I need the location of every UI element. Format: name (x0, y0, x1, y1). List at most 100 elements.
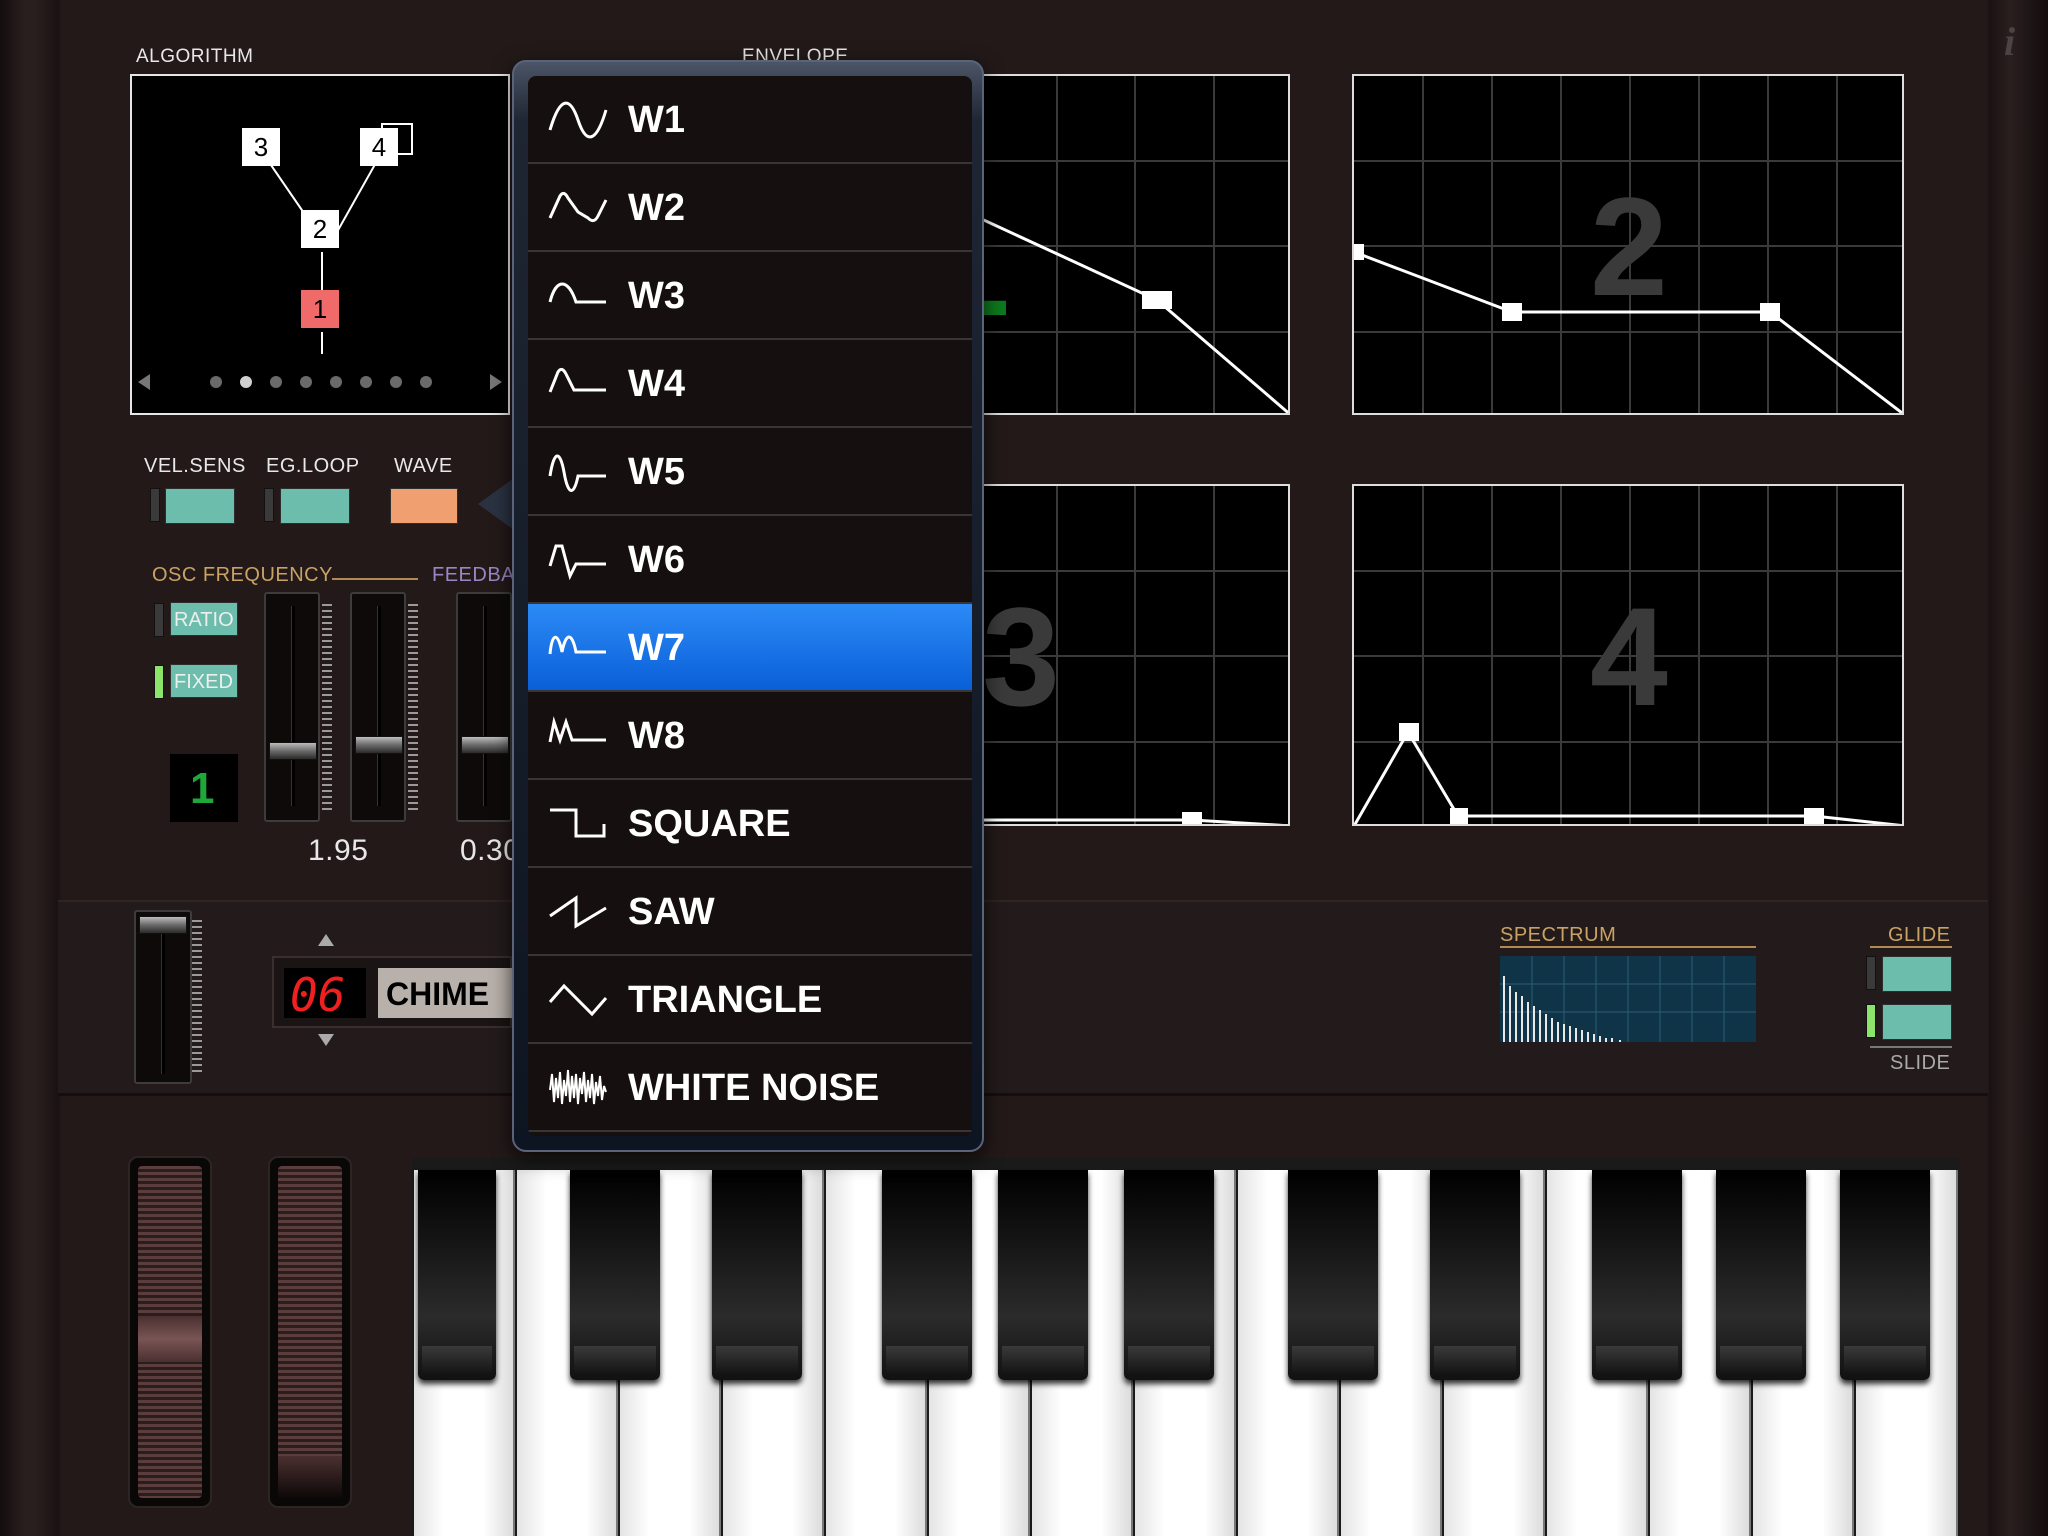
glide-label: GLIDE (1888, 924, 1951, 946)
wave-option-label: SAW (628, 891, 715, 933)
wave-list[interactable]: W1 W2 W3 W4 W5 W6 W7 W8 SQUARE SAW TRIAN… (528, 76, 972, 1136)
feedback-label: FEEDBA (432, 564, 516, 586)
wave-option-label: W6 (628, 539, 685, 581)
osc-frequency-label: OSC FREQUENCY (152, 564, 333, 586)
saw-icon (549, 895, 607, 929)
double-hump-icon (548, 716, 606, 745)
wave-option-white-noise[interactable]: WHITE NOISE (528, 1044, 972, 1132)
spectrum-display (1500, 956, 1756, 1042)
popover-arrow (478, 478, 514, 530)
page-dot (210, 376, 222, 388)
wave-button[interactable] (390, 488, 458, 524)
black-key[interactable] (418, 1170, 496, 1380)
pitch-bend-wheel[interactable] (128, 1156, 212, 1508)
black-key[interactable] (1124, 1170, 1214, 1380)
wave-option-w6[interactable]: W6 (528, 516, 972, 604)
operator-3[interactable]: 3 (242, 128, 280, 166)
operator-4[interactable]: 4 (360, 128, 398, 166)
black-key[interactable] (1288, 1170, 1378, 1380)
envelope-2[interactable]: 2 (1352, 74, 1904, 415)
operator-number-display: 1 (170, 754, 238, 822)
osc-fine-slider[interactable] (350, 592, 406, 822)
wave-option-w8[interactable]: W8 (528, 692, 972, 780)
black-key[interactable] (882, 1170, 972, 1380)
wave-option-label: W8 (628, 715, 685, 757)
piano-keyboard[interactable] (412, 1158, 1960, 1536)
slider-ticks (192, 920, 202, 1072)
slider-knob[interactable] (139, 916, 187, 934)
black-key[interactable] (1592, 1170, 1682, 1380)
vel-sens-toggle[interactable] (165, 488, 235, 524)
page-dot-current (240, 376, 252, 388)
wave-option-w4[interactable]: W4 (528, 340, 972, 428)
envelope-number-2: 2 (1590, 168, 1668, 325)
slider-knob[interactable] (461, 736, 509, 754)
pulse-sine-icon (548, 544, 606, 580)
wave-option-saw[interactable]: SAW (528, 868, 972, 956)
slider-ticks (408, 604, 418, 814)
eg-loop-label: EG.LOOP (266, 455, 360, 477)
slider-ticks (322, 604, 332, 814)
wave-option-triangle[interactable]: TRIANGLE (528, 956, 972, 1044)
preset-up-arrow-icon[interactable] (318, 934, 334, 946)
preset-name: CHIME (386, 976, 490, 1012)
operator-1[interactable]: 1 (301, 290, 339, 328)
glide-underline (1870, 946, 1952, 948)
ratio-led (154, 603, 164, 637)
fixed-label: FIXED (174, 671, 233, 693)
slide-led (1866, 1004, 1876, 1038)
volume-slider[interactable] (134, 910, 192, 1084)
wave-option-w3[interactable]: W3 (528, 252, 972, 340)
noise-icon (549, 1069, 607, 1105)
triangle-icon (548, 983, 608, 1017)
slide-label: SLIDE (1890, 1052, 1951, 1074)
double-hump-icon (548, 635, 606, 655)
wave-option-w1[interactable]: W1 (528, 76, 972, 164)
black-key[interactable] (1430, 1170, 1520, 1380)
preset-number: 06 (290, 968, 346, 1022)
page-dot (420, 376, 432, 388)
eg-loop-toggle[interactable] (280, 488, 350, 524)
info-button[interactable]: i (2004, 18, 2034, 64)
wave-option-square[interactable]: SQUARE (528, 780, 972, 868)
wave-option-w5[interactable]: W5 (528, 428, 972, 516)
preset-down-arrow-icon[interactable] (318, 1034, 334, 1046)
black-key[interactable] (1716, 1170, 1806, 1380)
info-icon: i (2004, 19, 2016, 64)
algorithm-display[interactable]: 3 4 2 1 (130, 74, 510, 415)
page-dot (300, 376, 312, 388)
fixed-button[interactable]: FIXED (170, 664, 238, 698)
half-sine-icon (548, 367, 606, 393)
next-algorithm-arrow-icon[interactable] (490, 374, 502, 390)
glide-toggle[interactable] (1882, 956, 1952, 992)
envelope-4[interactable]: 4 (1352, 484, 1904, 826)
osc-coarse-slider[interactable] (264, 592, 320, 822)
ratio-button[interactable]: RATIO (170, 602, 238, 636)
osc-frequency-underline (332, 570, 418, 580)
slide-toggle[interactable] (1882, 1004, 1952, 1040)
modulation-wheel[interactable] (268, 1156, 352, 1508)
black-key[interactable] (570, 1170, 660, 1380)
preset-display[interactable]: 06 CHIME (272, 956, 514, 1028)
envelope-1[interactable]: 1 (960, 74, 1290, 415)
envelope-3[interactable]: 3 (960, 484, 1290, 826)
wave-popover: W1 W2 W3 W4 W5 W6 W7 W8 SQUARE SAW TRIAN… (512, 60, 984, 1152)
fixed-led (154, 665, 164, 699)
wave-option-w2[interactable]: W2 (528, 164, 972, 252)
wheel-center (138, 1316, 202, 1362)
slider-knob[interactable] (269, 742, 317, 760)
feedback-slider[interactable] (456, 592, 512, 822)
wave-option-label: W7 (628, 627, 685, 669)
black-key[interactable] (1840, 1170, 1930, 1380)
operator-2[interactable]: 2 (301, 210, 339, 248)
wave-option-label: W5 (628, 451, 685, 493)
prev-algorithm-arrow-icon[interactable] (138, 374, 150, 390)
wave-option-w7-selected[interactable]: W7 (528, 604, 972, 692)
wave-option-label: WHITE NOISE (628, 1067, 880, 1109)
spectrum-underline (1500, 946, 1756, 948)
spectrum-label: SPECTRUM (1500, 924, 1617, 946)
black-key[interactable] (712, 1170, 802, 1380)
black-key[interactable] (998, 1170, 1088, 1380)
slider-knob[interactable] (355, 736, 403, 754)
page-dot (360, 376, 372, 388)
